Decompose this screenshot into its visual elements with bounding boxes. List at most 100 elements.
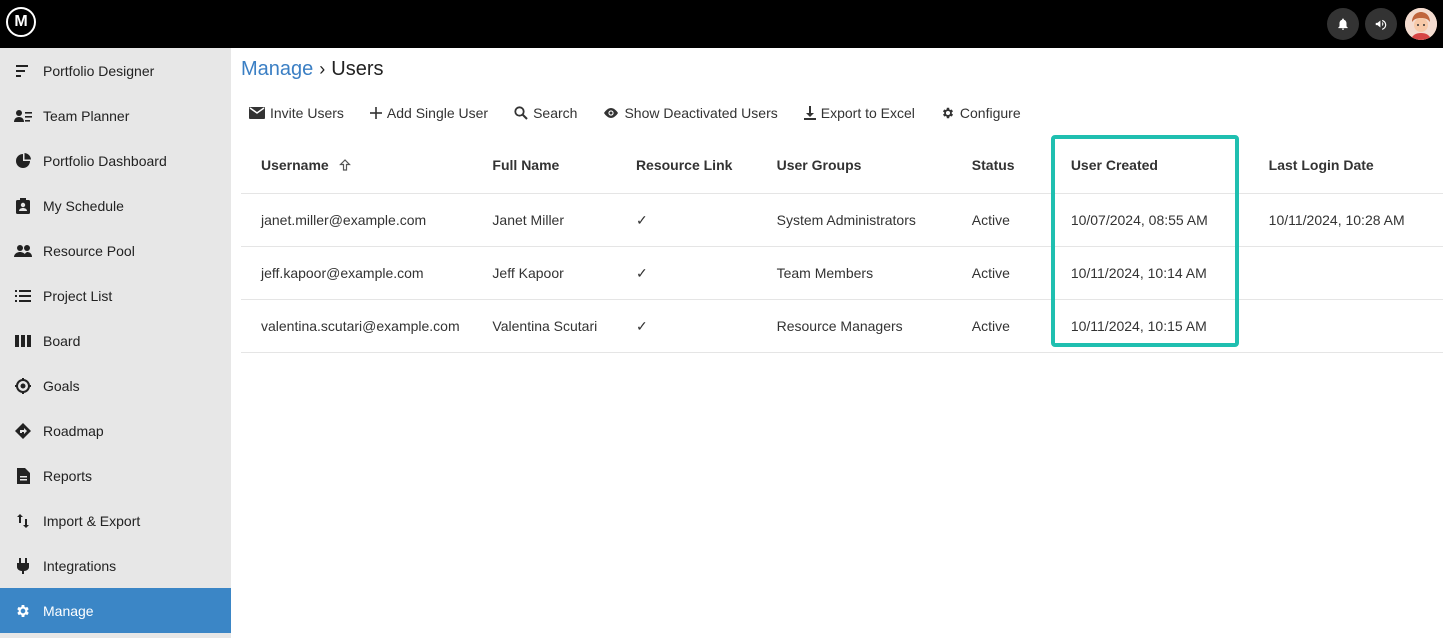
sidebar-item-my-schedule[interactable]: My Schedule (0, 183, 231, 228)
export-to-excel-button[interactable]: Export to Excel (803, 105, 915, 121)
column-header-resource-link[interactable]: Resource Link (635, 137, 777, 194)
search-button[interactable]: Search (514, 105, 577, 121)
cell-resource-link: ✓ (635, 193, 777, 247)
users-table: Username Full Name Resource Link User Gr… (241, 137, 1443, 353)
cell-resource-link: ✓ (635, 246, 777, 300)
configure-button[interactable]: Configure (941, 105, 1021, 121)
sidebar-item-label: Import & Export (43, 512, 141, 529)
export-to-excel-label: Export to Excel (820, 105, 915, 121)
add-single-user-button[interactable]: Add Single User (369, 105, 489, 121)
cell-user-created: 10/11/2024, 10:14 AM (1070, 246, 1269, 300)
search-icon (514, 106, 528, 120)
cell-user-groups: Resource Managers (776, 299, 972, 353)
sort-ascending-icon (338, 159, 351, 171)
app-logo[interactable]: M (6, 7, 36, 37)
top-bar: M (0, 0, 1443, 48)
cell-status: Active (971, 246, 1071, 300)
megaphone-icon (1375, 19, 1387, 30)
sidebar-item-reports[interactable]: Reports (0, 453, 231, 498)
chevron-right-icon: › (319, 59, 326, 79)
sidebar-item-board[interactable]: Board (0, 318, 231, 363)
invite-users-label: Invite Users (270, 105, 344, 121)
schedule-icon (14, 197, 32, 215)
sidebar-item-manage[interactable]: Manage (0, 588, 231, 633)
gear-icon (941, 106, 955, 120)
column-header-status[interactable]: Status (971, 137, 1071, 194)
sidebar: Portfolio Designer Team Planner Portfoli… (0, 48, 231, 638)
cell-user-groups: Team Members (776, 246, 972, 300)
sidebar-item-label: My Schedule (43, 197, 124, 214)
gear-icon (14, 602, 32, 620)
show-deactivated-users-label: Show Deactivated Users (624, 105, 778, 121)
invite-users-button[interactable]: Invite Users (249, 105, 344, 121)
avatar-icon (1405, 8, 1437, 40)
main-content: Manage › Users Invite Users Add Single U… (231, 48, 1443, 638)
announcements-button[interactable] (1365, 8, 1397, 40)
roadmap-icon (14, 422, 32, 440)
sidebar-item-label: Project List (43, 287, 113, 304)
sidebar-item-integrations[interactable]: Integrations (0, 543, 231, 588)
table-row[interactable]: janet.miller@example.com Janet Miller ✓ … (241, 193, 1443, 247)
column-header-last-login-date[interactable]: Last Login Date (1268, 137, 1443, 194)
portfolio-designer-icon (14, 62, 32, 80)
cell-username: janet.miller@example.com (241, 193, 493, 247)
sidebar-item-label: Roadmap (43, 422, 104, 439)
configure-label: Configure (959, 105, 1021, 121)
sidebar-item-label: Goals (43, 377, 80, 394)
column-header-user-groups[interactable]: User Groups (776, 137, 972, 194)
toolbar: Invite Users Add Single User Search Show… (249, 105, 1047, 121)
table-row[interactable]: valentina.scutari@example.com Valentina … (241, 299, 1443, 353)
breadcrumb: Manage › Users (241, 58, 384, 81)
sidebar-item-project-list[interactable]: Project List (0, 273, 231, 318)
document-icon (14, 467, 32, 485)
page-title: Users (331, 58, 384, 80)
bell-icon (1338, 18, 1348, 30)
cell-status: Active (971, 193, 1071, 247)
sidebar-item-team-planner[interactable]: Team Planner (0, 93, 231, 138)
team-planner-icon (14, 107, 32, 125)
sidebar-item-resource-pool[interactable]: Resource Pool (0, 228, 231, 273)
target-icon (14, 377, 32, 395)
sidebar-item-label: Integrations (43, 557, 117, 574)
people-icon (14, 242, 32, 260)
breadcrumb-manage-link[interactable]: Manage (241, 58, 313, 81)
sidebar-item-label: Portfolio Dashboard (43, 152, 167, 169)
sidebar-item-label: Manage (43, 602, 94, 619)
sidebar-item-label: Resource Pool (43, 242, 135, 259)
import-export-icon (14, 512, 32, 530)
sidebar-item-goals[interactable]: Goals (0, 363, 231, 408)
plus-icon (369, 107, 382, 119)
download-icon (803, 106, 816, 120)
cell-user-created: 10/11/2024, 10:15 AM (1070, 299, 1269, 353)
search-label: Search (533, 105, 578, 121)
sidebar-item-portfolio-dashboard[interactable]: Portfolio Dashboard (0, 138, 231, 183)
board-icon (14, 332, 32, 350)
notifications-button[interactable] (1327, 8, 1359, 40)
plug-icon (14, 557, 32, 575)
cell-last-login-date (1268, 299, 1443, 353)
show-deactivated-users-button[interactable]: Show Deactivated Users (603, 105, 778, 121)
list-icon (14, 287, 32, 305)
sidebar-item-label: Team Planner (43, 107, 130, 124)
cell-username: valentina.scutari@example.com (241, 299, 493, 353)
cell-full-name: Janet Miller (492, 193, 636, 247)
sidebar-item-import-export[interactable]: Import & Export (0, 498, 231, 543)
cell-user-created: 10/07/2024, 08:55 AM (1070, 193, 1269, 247)
column-header-username[interactable]: Username (241, 137, 493, 194)
cell-last-login-date: 10/11/2024, 10:28 AM (1268, 193, 1443, 247)
sidebar-item-label: Portfolio Designer (43, 62, 155, 79)
column-header-label: Username (261, 157, 329, 173)
mail-icon (249, 107, 265, 119)
cell-username: jeff.kapoor@example.com (241, 246, 493, 300)
column-header-user-created[interactable]: User Created (1070, 137, 1269, 194)
sidebar-item-roadmap[interactable]: Roadmap (0, 408, 231, 453)
eye-icon (603, 107, 619, 119)
table-row[interactable]: jeff.kapoor@example.com Jeff Kapoor ✓ Te… (241, 246, 1443, 300)
add-single-user-label: Add Single User (386, 105, 489, 121)
cell-resource-link: ✓ (635, 299, 777, 353)
user-avatar[interactable] (1405, 8, 1437, 40)
sidebar-item-label: Reports (43, 467, 93, 484)
column-header-full-name[interactable]: Full Name (492, 137, 636, 194)
cell-last-login-date (1268, 246, 1443, 300)
sidebar-item-portfolio-designer[interactable]: Portfolio Designer (0, 48, 231, 93)
